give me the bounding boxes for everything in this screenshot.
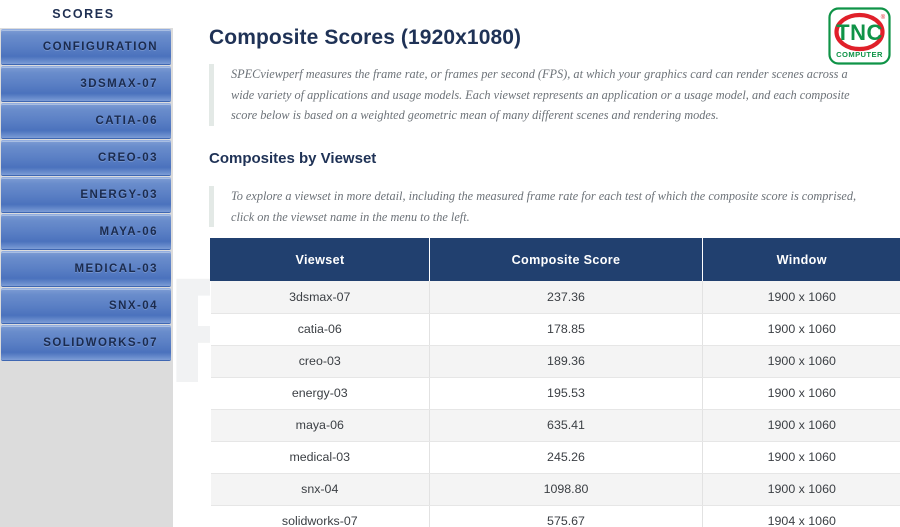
sidebar-item-maya-06[interactable]: MAYA-06 [1, 214, 171, 250]
logo-icon: TNC ® COMPUTER [828, 7, 891, 65]
cell-composite-score: 237.36 [429, 281, 703, 314]
svg-text:®: ® [881, 14, 886, 21]
sidebar-header: SCORES [0, 0, 173, 28]
sidebar-item-solidworks-07[interactable]: SOLIDWORKS-07 [1, 325, 171, 361]
table-row[interactable]: maya-06 635.41 1900 x 1060 [210, 409, 900, 442]
cell-viewset: catia-06 [210, 313, 430, 346]
page-title: Composite Scores (1920x1080) [209, 26, 522, 49]
sidebar-item-snx-04[interactable]: SNX-04 [1, 288, 171, 324]
cell-viewset: solidworks-07 [210, 505, 430, 527]
table-row[interactable]: 3dsmax-07 237.36 1900 x 1060 [210, 281, 900, 314]
cell-composite-score: 575.67 [429, 505, 703, 527]
sidebar-item-label: CREO-03 [98, 152, 158, 164]
cell-composite-score: 178.85 [429, 313, 703, 346]
sidebar-item-label: CONFIGURATION [42, 41, 158, 53]
tnc-computer-logo[interactable]: TNC ® COMPUTER [827, 6, 892, 66]
sidebar-item-label: SOLIDWORKS-07 [43, 337, 158, 349]
table-head: Viewset Composite Score Window [210, 238, 900, 281]
column-header-window[interactable]: Window [702, 238, 900, 281]
cell-window: 1900 x 1060 [702, 345, 900, 378]
cell-window: 1900 x 1060 [702, 377, 900, 410]
cell-viewset: snx-04 [210, 473, 430, 506]
cell-composite-score: 195.53 [429, 377, 703, 410]
sidebar-item-label: SNX-04 [109, 300, 158, 312]
sidebar-item-label: MEDICAL-03 [74, 263, 158, 275]
table-header-row: Viewset Composite Score Window [210, 238, 900, 281]
composite-scores-table: Viewset Composite Score Window 3dsmax-07… [210, 238, 900, 527]
svg-text:TNC: TNC [836, 20, 883, 45]
intro-note: SPECviewperf measures the frame rate, or… [209, 64, 869, 126]
table-row[interactable]: medical-03 245.26 1900 x 1060 [210, 441, 900, 474]
section-title: Composites by Viewset [209, 150, 377, 167]
cell-composite-score: 635.41 [429, 409, 703, 442]
sidebar-item-catia-06[interactable]: CATIA-06 [1, 103, 171, 139]
sidebar-item-3dsmax-07[interactable]: 3DSMAX-07 [1, 66, 171, 102]
column-header-composite-score[interactable]: Composite Score [429, 238, 703, 281]
svg-text:COMPUTER: COMPUTER [836, 50, 883, 59]
cell-viewset: creo-03 [210, 345, 430, 378]
table-row[interactable]: energy-03 195.53 1900 x 1060 [210, 377, 900, 410]
sidebar: SCORES CONFIGURATION 3DSMAX-07 CATIA-06 CRE… [0, 0, 173, 527]
sidebar-heading: SCORES [52, 7, 115, 21]
table-row[interactable]: snx-04 1098.80 1900 x 1060 [210, 473, 900, 506]
sidebar-item-label: 3DSMAX-07 [80, 78, 158, 90]
table-body: 3dsmax-07 237.36 1900 x 1060 catia-06 178.85… [210, 281, 900, 527]
sidebar-item-energy-03[interactable]: ENERGY-03 [1, 177, 171, 213]
cell-window: 1900 x 1060 [702, 281, 900, 314]
cell-window: 1900 x 1060 [702, 473, 900, 506]
cell-window: 1900 x 1060 [702, 313, 900, 346]
sidebar-item-configuration[interactable]: CONFIGURATION [1, 29, 171, 65]
table-row[interactable]: catia-06 178.85 1900 x 1060 [210, 313, 900, 346]
sidebar-item-creo-03[interactable]: CREO-03 [1, 140, 171, 176]
cell-composite-score: 245.26 [429, 441, 703, 474]
cell-composite-score: 1098.80 [429, 473, 703, 506]
cell-window: 1900 x 1060 [702, 441, 900, 474]
sidebar-menu: CONFIGURATION 3DSMAX-07 CATIA-06 CREO-03 ENE… [0, 29, 173, 361]
cell-viewset: 3dsmax-07 [210, 281, 430, 314]
sidebar-item-label: ENERGY-03 [80, 189, 158, 201]
cell-composite-score: 189.36 [429, 345, 703, 378]
cell-viewset: medical-03 [210, 441, 430, 474]
sidebar-item-label: CATIA-06 [95, 115, 158, 127]
table-row[interactable]: creo-03 189.36 1900 x 1060 [210, 345, 900, 378]
cell-viewset: energy-03 [210, 377, 430, 410]
main-content: TNC ® COMPUTER Composite Scores (1920x10… [173, 0, 900, 527]
column-header-viewset[interactable]: Viewset [210, 238, 430, 281]
cell-window: 1904 x 1060 [702, 505, 900, 527]
sidebar-item-label: MAYA-06 [99, 226, 158, 238]
sidebar-item-medical-03[interactable]: MEDICAL-03 [1, 251, 171, 287]
cell-viewset: maya-06 [210, 409, 430, 442]
cell-window: 1900 x 1060 [702, 409, 900, 442]
table-row[interactable]: solidworks-07 575.67 1904 x 1060 [210, 505, 900, 527]
explore-note: To explore a viewset in more detail, inc… [209, 186, 869, 227]
